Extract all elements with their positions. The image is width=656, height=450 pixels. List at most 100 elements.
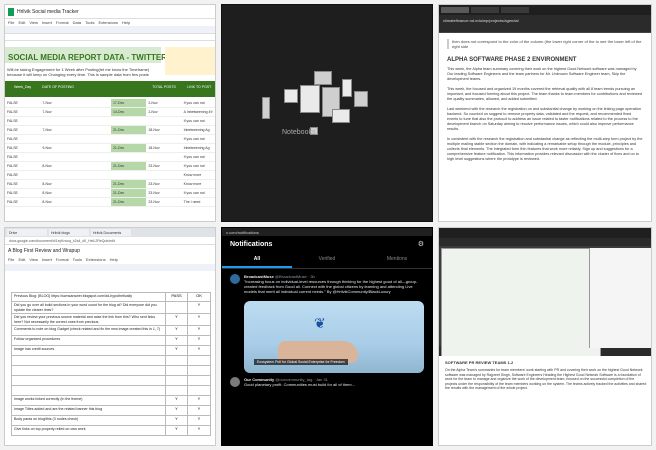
table-cell[interactable]: 9-Nov <box>40 144 75 152</box>
table-cell[interactable] <box>111 135 146 143</box>
checklist-row[interactable]: Image has credit sources Y Y <box>11 346 211 356</box>
checklist-mark[interactable]: Y <box>188 426 210 435</box>
table-cell[interactable]: FALSE <box>5 99 40 107</box>
checklist-mark[interactable]: Y <box>166 326 188 335</box>
checklist-item[interactable] <box>12 376 166 385</box>
checklist-mark[interactable] <box>166 356 188 365</box>
table-cell[interactable] <box>146 135 181 143</box>
menu-extensions[interactable]: Extensions <box>86 257 106 262</box>
table-cell[interactable]: 7-Nov <box>40 99 75 107</box>
table-cell[interactable] <box>111 153 146 161</box>
checklist-item[interactable] <box>12 386 166 395</box>
table-cell[interactable]: 7-Nov <box>40 126 75 134</box>
checklist-row[interactable] <box>11 356 211 366</box>
table-cell[interactable]: 21-Dec <box>110 198 147 206</box>
checklist-row[interactable]: Did you review your previous source mate… <box>11 314 211 326</box>
table-cell[interactable]: 18-Nov <box>146 144 181 152</box>
table-cell[interactable] <box>40 117 75 125</box>
table-cell[interactable]: FALSE <box>5 171 40 179</box>
table-cell[interactable]: Inbetweening Ag <box>182 144 215 152</box>
checklist-item[interactable]: Image has credit sources <box>12 346 166 355</box>
table-cell[interactable]: 2-Nov <box>146 99 181 107</box>
checklist-row[interactable]: Body paras on blog/this (3 nodes check) Y… <box>11 416 211 426</box>
sheets-toolbar[interactable] <box>5 26 215 34</box>
checklist-mark[interactable]: PASS <box>166 293 188 301</box>
table-cell[interactable] <box>76 171 111 179</box>
table-cell[interactable]: FALSE <box>5 198 40 206</box>
table-cell[interactable]: FALSE <box>5 126 40 134</box>
table-cell[interactable] <box>76 108 111 116</box>
table-row[interactable]: FALSE If you can not <box>5 153 215 162</box>
checklist-mark[interactable]: Y <box>166 416 188 425</box>
checklist-mark[interactable] <box>166 302 188 313</box>
table-row[interactable]: FALSE If you can not <box>5 117 215 126</box>
checklist-row[interactable]: Previous Blog: [BLOG] https://scmsanswer… <box>11 292 211 302</box>
table-row[interactable]: FALSE 8-Nov 21-Dec 23-Nov Know more <box>5 180 215 189</box>
table-cell[interactable]: FALSE <box>5 144 40 152</box>
checklist-row[interactable]: Comments to note on blog Gadget (check r… <box>11 326 211 336</box>
checklist-row[interactable] <box>11 366 211 376</box>
table-cell[interactable]: FALSE <box>5 189 40 197</box>
post-image[interactable]: ❦ Ecosystem Poll for Global Social Enter… <box>244 301 424 373</box>
table-cell[interactable] <box>76 189 111 197</box>
table-cell[interactable]: FALSE <box>5 108 40 116</box>
table-cell[interactable]: 7-Nov <box>40 108 75 116</box>
table-cell[interactable] <box>76 135 111 143</box>
menu-insert[interactable]: Insert <box>42 257 52 262</box>
checklist-mark[interactable]: Y <box>188 336 210 345</box>
checklist-mark[interactable]: Y <box>166 406 188 415</box>
docs-toolbar[interactable] <box>5 264 215 271</box>
checklist-row[interactable] <box>11 386 211 396</box>
window-thumbnail[interactable] <box>284 89 298 103</box>
checklist-row[interactable]: Follow organized procedures Y Y <box>11 336 211 346</box>
app-window[interactable] <box>441 248 601 358</box>
table-row[interactable]: FALSE 8-Nov 21-Dec 23-Nov If you can not <box>5 189 215 198</box>
menu-format[interactable]: Format <box>56 20 69 25</box>
menu-view[interactable]: View <box>29 20 38 25</box>
table-cell[interactable] <box>76 162 111 170</box>
table-cell[interactable] <box>40 135 75 143</box>
checklist-mark[interactable]: Y <box>188 406 210 415</box>
checklist-item[interactable]: Give links on top properly relied on own… <box>12 426 166 435</box>
window-thumbnail[interactable] <box>332 109 350 123</box>
menu-format[interactable]: Format <box>56 257 69 262</box>
table-cell[interactable]: 21-Dec <box>110 144 147 152</box>
tab-all[interactable]: All <box>222 252 292 268</box>
browser-tab[interactable] <box>501 7 529 13</box>
table-row[interactable]: FALSE 9-Nov 21-Dec 18-Nov Inbetweening Ag <box>5 144 215 153</box>
checklist-mark[interactable]: Y <box>188 346 210 355</box>
table-cell[interactable]: If you can not <box>182 153 215 161</box>
table-row[interactable]: FALSE 7-Nov 14-Dec 2-Nov A Inbetweening 49 <box>5 108 215 117</box>
window-thumbnail[interactable] <box>342 79 352 97</box>
checklist-item[interactable]: Image works linked correctly (in the the… <box>12 396 166 405</box>
table-cell[interactable]: FALSE <box>5 162 40 170</box>
docs-tab[interactable]: Hrilvik Documents <box>91 229 131 236</box>
table-row[interactable]: FALSE Know more <box>5 171 215 180</box>
table-cell[interactable]: If you can not <box>182 99 215 107</box>
menu-file[interactable]: File <box>8 257 14 262</box>
checklist-mark[interactable]: Y <box>188 396 210 405</box>
table-cell[interactable] <box>76 153 111 161</box>
window-thumbnail[interactable] <box>354 91 368 107</box>
table-cell[interactable] <box>40 153 75 161</box>
table-cell[interactable]: If you can not <box>182 189 215 197</box>
table-cell[interactable]: 21-Dec <box>110 180 147 188</box>
table-cell[interactable]: 21-Dec <box>110 126 147 134</box>
table-cell[interactable]: 8-Nov <box>40 180 75 188</box>
checklist-mark[interactable]: Y <box>188 326 210 335</box>
window-thumbnail[interactable] <box>300 85 320 113</box>
checklist-mark[interactable] <box>166 386 188 395</box>
checklist-item[interactable]: Image Titles added and are the related b… <box>12 406 166 415</box>
table-cell[interactable] <box>76 198 111 206</box>
notification-post[interactable]: BroadcastMuse @BroadcastMuse · 3h "Incre… <box>222 269 432 299</box>
checklist-mark[interactable] <box>188 386 210 395</box>
side-panel[interactable] <box>589 248 651 348</box>
avatar[interactable] <box>230 274 240 284</box>
table-cell[interactable]: 8-Nov <box>40 162 75 170</box>
checklist-item[interactable]: Body paras on blog/this (3 nodes check) <box>12 416 166 425</box>
checklist-item[interactable]: Previous Blog: [BLOG] https://scmsanswer… <box>12 293 166 301</box>
table-cell[interactable]: 8-Nov <box>40 189 75 197</box>
table-cell[interactable]: 23-Nov <box>146 189 181 197</box>
menu-data[interactable]: Data <box>73 20 81 25</box>
table-cell[interactable] <box>76 117 111 125</box>
